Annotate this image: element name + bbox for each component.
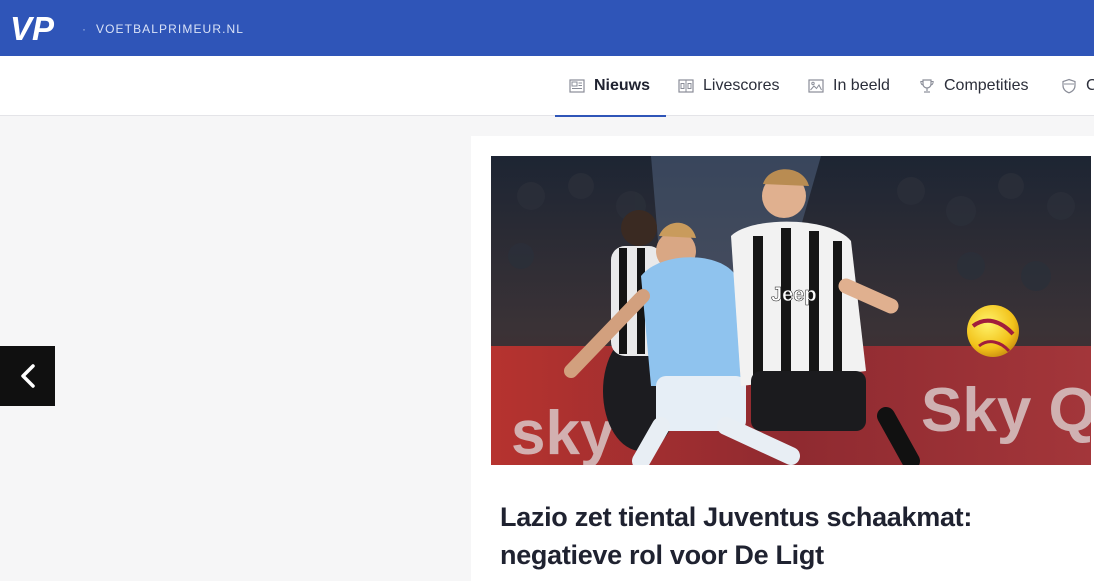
- nav-item-livescores[interactable]: Livescores: [678, 56, 779, 116]
- site-name: VOETBALPRIMEUR.NL: [96, 22, 245, 36]
- article-hero-image[interactable]: sky Sky Q Jeep: [491, 156, 1091, 465]
- vp-logo[interactable]: VP: [10, 11, 72, 45]
- shield-icon: [1062, 78, 1076, 94]
- nav-label-clubs: C: [1086, 77, 1094, 94]
- nav-item-clubs[interactable]: C: [1061, 56, 1094, 116]
- nav-label-in-beeld: In beeld: [833, 77, 890, 94]
- article-title[interactable]: Lazio zet tiental Juventus schaakmat: ne…: [500, 498, 1060, 574]
- nav-item-in-beeld[interactable]: In beeld: [808, 56, 890, 116]
- newspaper-icon: [569, 79, 585, 93]
- trophy-icon: [920, 79, 934, 93]
- top-header-bar: VP · VOETBALPRIMEUR.NL: [0, 0, 1094, 56]
- scoreboard-icon: [678, 79, 694, 93]
- nav-item-competities[interactable]: Competities: [919, 56, 1028, 116]
- football-match-photo: sky Sky Q Jeep: [491, 156, 1091, 465]
- header-separator: ·: [82, 22, 86, 36]
- article-card[interactable]: sky Sky Q Jeep Lazio zet tiental Juventu…: [471, 136, 1094, 581]
- image-icon: [808, 79, 824, 93]
- svg-text:VP: VP: [10, 11, 55, 45]
- main-navigation: Nieuws Livescores In beeld Competities C: [0, 56, 1094, 117]
- svg-text:sky: sky: [511, 399, 615, 465]
- nav-label-nieuws: Nieuws: [594, 77, 651, 94]
- chevron-left-icon: [20, 364, 35, 388]
- nav-label-livescores: Livescores: [703, 77, 780, 94]
- nav-label-competities: Competities: [944, 77, 1029, 94]
- svg-text:Jeep: Jeep: [771, 284, 817, 306]
- nav-item-nieuws[interactable]: Nieuws: [554, 56, 667, 117]
- previous-slide-button[interactable]: [0, 346, 55, 406]
- svg-text:Sky Q: Sky Q: [921, 376, 1091, 445]
